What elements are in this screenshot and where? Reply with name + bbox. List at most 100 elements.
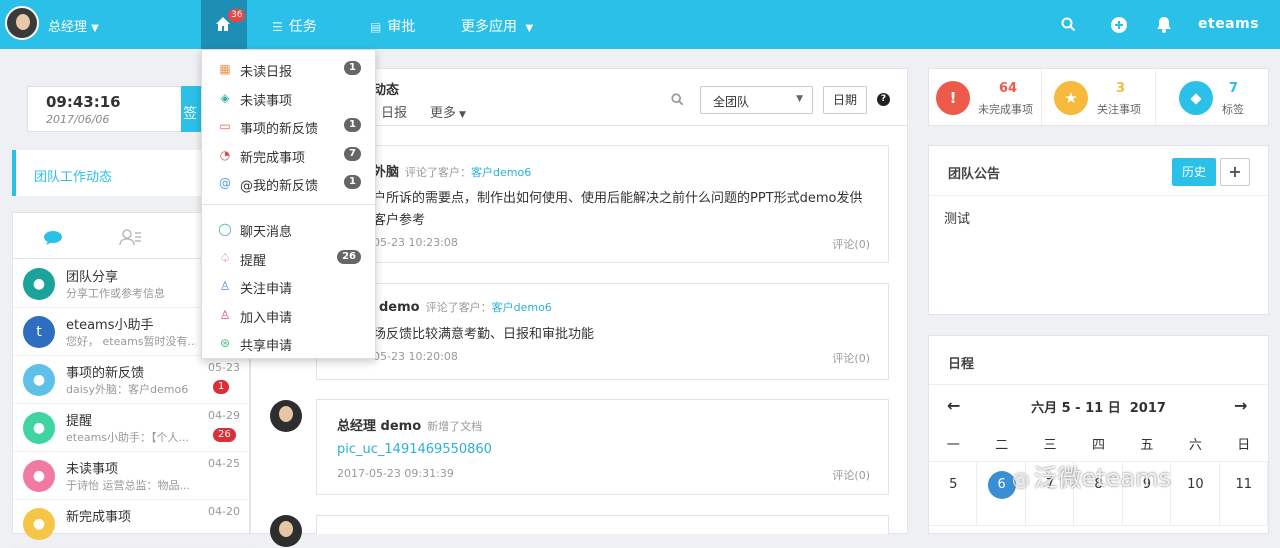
calendar-day[interactable]: 11 xyxy=(1219,462,1268,526)
feed-author[interactable]: 总经理 demo xyxy=(337,419,421,434)
comment-icon: ▭ xyxy=(219,119,231,133)
nav-tasks[interactable]: ☰ 任务 xyxy=(272,16,317,36)
date-button[interactable]: 日期 xyxy=(823,86,867,114)
dropdown-divider xyxy=(202,204,375,205)
feed-author[interactable]: 外脑 xyxy=(373,165,399,180)
feed-comment-link[interactable]: 评论(0) xyxy=(832,467,870,483)
message-subtitle: 于诗怡 运营总监：物品... xyxy=(66,479,190,492)
chevron-down-icon: ▼ xyxy=(459,110,466,120)
nav-approval[interactable]: ▤ 审批 xyxy=(370,16,415,36)
feed-comment-link[interactable]: 评论(0) xyxy=(832,236,870,252)
message-list-item[interactable]: ● 事项的新反馈 daisy外脑：客户demo6 05-23 1 xyxy=(13,356,249,404)
message-list-item[interactable]: ● 未读事项于诗怡 运营总监：物品... 04-25 xyxy=(13,452,249,500)
nav-approval-label: 审批 xyxy=(387,19,416,35)
nav-tasks-label: 任务 xyxy=(288,19,317,35)
schedule-panel: 日程 ← 六月 5 - 11 日 2017 → 一二三四五六日 5 6 7 8 9 10 1… xyxy=(928,335,1269,534)
dropdown-item[interactable]: @ @我的新反馈 1 xyxy=(202,169,375,197)
message-title: 新完成事项 xyxy=(66,510,132,525)
stat-value[interactable]: 7 xyxy=(1229,81,1238,96)
history-button[interactable]: 历史 xyxy=(1172,158,1216,186)
dropdown-item-label: 未读日报 xyxy=(240,65,293,80)
schedule-title: 日程 xyxy=(948,357,975,372)
checkin-button[interactable]: 签 xyxy=(181,86,201,132)
layers-icon: ● xyxy=(23,460,55,492)
bell-icon: ● xyxy=(23,412,55,444)
message-list-item[interactable]: ● 提醒 eteams小助手：【个人... 04-29 26 xyxy=(13,404,249,452)
feed-comment-link[interactable]: 评论(0) xyxy=(832,350,870,366)
chat-bubble-icon[interactable] xyxy=(43,230,63,246)
dropdown-item[interactable]: ▭ 事项的新反馈 1 xyxy=(202,112,375,140)
user-avatar[interactable] xyxy=(5,6,39,40)
feed-link[interactable]: 客户demo6 xyxy=(471,166,531,179)
nav-more-label: 更多应用 xyxy=(461,19,517,35)
clock-icon: ● xyxy=(23,508,55,540)
stat-value[interactable]: 64 xyxy=(999,81,1017,96)
dropdown-item-label: @我的新反馈 xyxy=(240,179,319,194)
schedule-header xyxy=(929,336,1268,385)
checkin-label: 签 xyxy=(183,106,197,122)
nav-more-apps[interactable]: 更多应用 ▼ xyxy=(461,16,533,36)
feed-body: 户所诉的需要点，制作出如何使用、使用后能解决之前什么问题的PPT形式demo发供… xyxy=(373,191,863,228)
add-circle-icon[interactable] xyxy=(1111,17,1127,33)
message-title: 未读事项 xyxy=(66,462,119,477)
calendar-day[interactable]: 10 xyxy=(1171,462,1220,526)
home-tab[interactable]: 36 xyxy=(201,0,247,49)
user-menu[interactable]: 总经理 ▼ xyxy=(48,16,99,35)
dropdown-item-badge: 7 xyxy=(344,146,361,161)
dropdown-item[interactable]: ◯ 聊天消息 xyxy=(202,215,375,243)
feed-author[interactable]: demo xyxy=(379,300,420,315)
dropdown-item[interactable]: ♙ 关注申请 xyxy=(202,272,375,300)
dropdown-item[interactable]: ◈ 未读事项 xyxy=(202,84,375,112)
calendar-icon: ▦ xyxy=(219,62,231,76)
user-add-icon: ♙ xyxy=(219,307,231,322)
add-notice-button[interactable]: + xyxy=(1220,158,1250,186)
dropdown-item[interactable]: ♙ 加入申请 xyxy=(202,301,375,329)
search-icon[interactable] xyxy=(671,93,684,106)
chevron-down-icon: ▼ xyxy=(796,94,803,104)
star-icon[interactable]: ★ xyxy=(1054,81,1088,115)
divider xyxy=(1041,69,1042,125)
next-week-arrow-icon[interactable]: → xyxy=(1234,396,1247,415)
help-icon[interactable]: ? xyxy=(877,93,890,106)
divider xyxy=(1155,69,1156,125)
tab-daily[interactable]: 日报 xyxy=(381,102,407,121)
message-date: 05-23 xyxy=(208,361,240,374)
message-title: 事项的新反馈 xyxy=(66,366,145,381)
user-icon: ♙ xyxy=(219,279,231,293)
feed-attachment-link[interactable]: pic_uc_1491469550860 xyxy=(337,439,877,461)
feed-time: 2017-05-23 09:31:39 xyxy=(337,467,454,480)
dropdown-item[interactable]: ▦ 未读日报 1 xyxy=(202,55,375,83)
feed-item: 外脑 评论了客户：客户demo6 户所诉的需要点，制作出如何使用、使用后能解决之前… xyxy=(316,145,889,263)
feed-avatar[interactable] xyxy=(270,515,302,547)
calendar-day[interactable]: 5 xyxy=(929,462,978,526)
list-icon: ☰ xyxy=(272,20,283,34)
tag-icon[interactable]: ⬥ xyxy=(1179,81,1213,115)
feed-time: 05-23 10:20:08 xyxy=(373,350,458,363)
message-badge: 1 xyxy=(213,380,230,394)
day-number: 5 xyxy=(949,477,958,492)
stats-bar: ! 64 未完成事项 ★ 3 关注事项 ⬥ 7 标签 xyxy=(928,68,1269,126)
message-subtitle: 分享工作或参考信息 xyxy=(66,287,165,300)
chevron-down-icon: ▼ xyxy=(525,23,534,34)
tab-more[interactable]: 更多 ▼ xyxy=(430,102,466,121)
search-icon[interactable] xyxy=(1061,17,1076,32)
feed-link[interactable]: 客户demo6 xyxy=(492,301,552,314)
bell-icon[interactable] xyxy=(1156,16,1172,33)
brand-logo[interactable]: eteams xyxy=(1198,16,1259,32)
message-list-item[interactable]: ● 新完成事项 04-20 xyxy=(13,500,249,548)
dropdown-item-label: 聊天消息 xyxy=(240,225,293,240)
feed-item: 总经理 demo 新增了文档 pic_uc_1491469550860 2017-… xyxy=(316,399,889,495)
dropdown-item-label: 提醒 xyxy=(240,253,267,269)
stat-label: 关注事项 xyxy=(1097,103,1141,116)
dropdown-item[interactable]: ♤ 提醒 26 xyxy=(202,244,375,272)
contacts-icon[interactable] xyxy=(119,228,143,246)
dropdown-item[interactable]: ◔ 新完成事项 7 xyxy=(202,141,375,169)
dropdown-item[interactable]: ⊛ 共享申请 xyxy=(202,329,375,357)
message-date: 04-25 xyxy=(208,457,240,470)
team-select[interactable]: 全团队 ▼ xyxy=(700,86,813,114)
message-subtitle: eteams小助手：【个人... xyxy=(66,431,190,444)
feed-avatar[interactable] xyxy=(270,400,302,432)
stat-value[interactable]: 3 xyxy=(1116,81,1125,96)
team-icon: ● xyxy=(23,268,55,300)
alert-icon[interactable]: ! xyxy=(936,81,970,115)
